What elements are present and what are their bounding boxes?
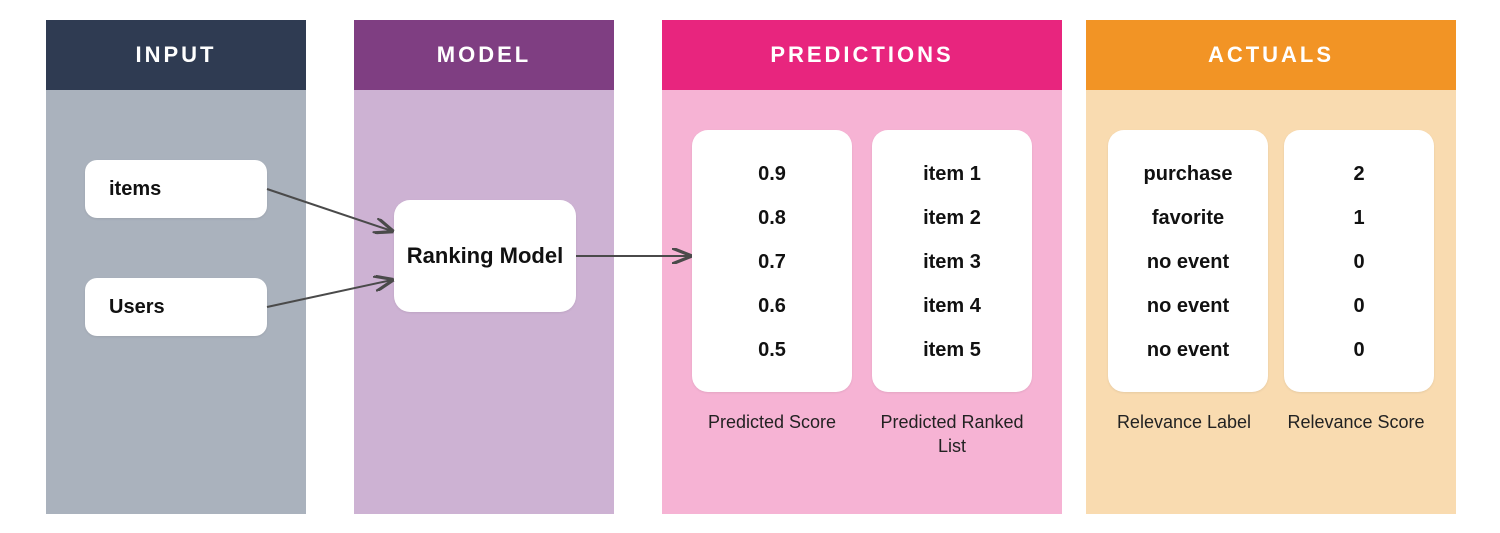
input-items-chip: items: [85, 160, 267, 218]
pred-score-row: 0.9: [692, 152, 852, 196]
predictions-column: PREDICTIONS 0.9 0.8 0.7 0.6 0.5 item 1 i…: [662, 20, 1062, 514]
pred-score-row: 0.5: [692, 328, 852, 372]
predicted-score-card: 0.9 0.8 0.7 0.6 0.5: [692, 130, 852, 392]
pred-score-row: 0.8: [692, 196, 852, 240]
predicted-ranked-list-caption: Predicted Ranked List: [872, 410, 1032, 459]
input-header: INPUT: [46, 20, 306, 90]
actuals-column: ACTUALS purchase favorite no event no ev…: [1086, 20, 1456, 514]
predicted-score-caption: Predicted Score: [692, 410, 852, 434]
input-body: items Users: [46, 90, 306, 514]
relevance-label-caption: Relevance Label: [1104, 410, 1264, 434]
relevance-label-row: purchase: [1108, 152, 1268, 196]
relevance-label-row: no event: [1108, 284, 1268, 328]
pred-item-row: item 1: [872, 152, 1032, 196]
relevance-score-row: 1: [1284, 196, 1434, 240]
relevance-label-row: no event: [1108, 240, 1268, 284]
predictions-body: 0.9 0.8 0.7 0.6 0.5 item 1 item 2 item 3…: [662, 90, 1062, 514]
input-users-chip: Users: [85, 278, 267, 336]
relevance-label-card: purchase favorite no event no event no e…: [1108, 130, 1268, 392]
relevance-score-row: 2: [1284, 152, 1434, 196]
diagram-stage: INPUT items Users MODEL Ranking Model PR…: [0, 0, 1500, 533]
model-header: MODEL: [354, 20, 614, 90]
pred-item-row: item 4: [872, 284, 1032, 328]
pred-item-row: item 2: [872, 196, 1032, 240]
model-column: MODEL Ranking Model: [354, 20, 614, 514]
actuals-header: ACTUALS: [1086, 20, 1456, 90]
ranking-model-box: Ranking Model: [394, 200, 576, 312]
relevance-score-row: 0: [1284, 284, 1434, 328]
relevance-score-row: 0: [1284, 328, 1434, 372]
pred-score-row: 0.6: [692, 284, 852, 328]
relevance-score-caption: Relevance Score: [1280, 410, 1432, 434]
predictions-header: PREDICTIONS: [662, 20, 1062, 90]
predicted-ranked-list-card: item 1 item 2 item 3 item 4 item 5: [872, 130, 1032, 392]
relevance-label-row: favorite: [1108, 196, 1268, 240]
relevance-label-row: no event: [1108, 328, 1268, 372]
input-column: INPUT items Users: [46, 20, 306, 514]
pred-score-row: 0.7: [692, 240, 852, 284]
relevance-score-row: 0: [1284, 240, 1434, 284]
actuals-body: purchase favorite no event no event no e…: [1086, 90, 1456, 514]
model-body: Ranking Model: [354, 90, 614, 514]
relevance-score-card: 2 1 0 0 0: [1284, 130, 1434, 392]
pred-item-row: item 3: [872, 240, 1032, 284]
pred-item-row: item 5: [872, 328, 1032, 372]
